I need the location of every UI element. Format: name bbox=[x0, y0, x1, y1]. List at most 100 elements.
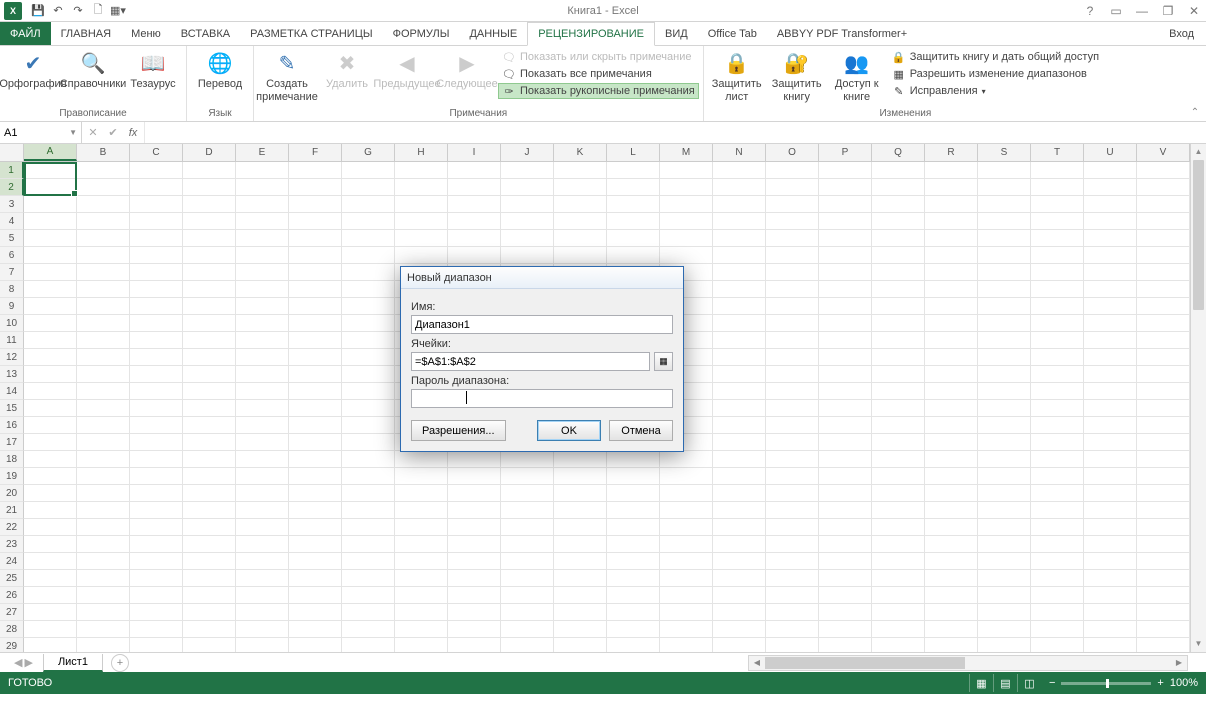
cell[interactable] bbox=[660, 604, 713, 621]
cell[interactable] bbox=[342, 451, 395, 468]
cell[interactable] bbox=[395, 468, 448, 485]
cell[interactable] bbox=[183, 553, 236, 570]
cell[interactable] bbox=[24, 468, 77, 485]
cell[interactable] bbox=[395, 536, 448, 553]
cell[interactable] bbox=[342, 417, 395, 434]
col-header-N[interactable]: N bbox=[713, 144, 766, 161]
cell[interactable] bbox=[819, 434, 872, 451]
cell[interactable] bbox=[1084, 383, 1137, 400]
cell[interactable] bbox=[1137, 451, 1190, 468]
row-header[interactable]: 11 bbox=[0, 332, 24, 349]
cell[interactable] bbox=[77, 332, 130, 349]
cell[interactable] bbox=[1031, 570, 1084, 587]
cell[interactable] bbox=[660, 519, 713, 536]
row-header[interactable]: 21 bbox=[0, 502, 24, 519]
cell[interactable] bbox=[395, 213, 448, 230]
cell[interactable] bbox=[978, 400, 1031, 417]
cell[interactable] bbox=[236, 536, 289, 553]
cell[interactable] bbox=[978, 519, 1031, 536]
cell[interactable] bbox=[925, 451, 978, 468]
cell[interactable] bbox=[24, 417, 77, 434]
cell[interactable] bbox=[236, 434, 289, 451]
cell[interactable] bbox=[342, 213, 395, 230]
cell[interactable] bbox=[1084, 315, 1137, 332]
sheet-nav-next[interactable]: ▶ bbox=[24, 656, 32, 669]
cell[interactable] bbox=[236, 230, 289, 247]
cell[interactable] bbox=[342, 383, 395, 400]
cell[interactable] bbox=[24, 298, 77, 315]
cell[interactable] bbox=[236, 621, 289, 638]
cell[interactable] bbox=[660, 162, 713, 179]
select-all-corner[interactable] bbox=[0, 144, 24, 161]
cell[interactable] bbox=[501, 553, 554, 570]
cell[interactable] bbox=[501, 196, 554, 213]
cell[interactable] bbox=[713, 638, 766, 652]
cell[interactable] bbox=[872, 179, 925, 196]
cell[interactable] bbox=[1137, 519, 1190, 536]
cell[interactable] bbox=[1084, 264, 1137, 281]
cell[interactable] bbox=[554, 468, 607, 485]
cell[interactable] bbox=[819, 570, 872, 587]
cell[interactable] bbox=[77, 298, 130, 315]
cell[interactable] bbox=[183, 247, 236, 264]
cell[interactable] bbox=[978, 451, 1031, 468]
cell[interactable] bbox=[978, 196, 1031, 213]
cell[interactable] bbox=[872, 349, 925, 366]
cell[interactable] bbox=[872, 298, 925, 315]
cell[interactable] bbox=[236, 638, 289, 652]
cell[interactable] bbox=[925, 400, 978, 417]
cell[interactable] bbox=[289, 536, 342, 553]
cell[interactable] bbox=[342, 162, 395, 179]
cell[interactable] bbox=[978, 468, 1031, 485]
add-sheet-button[interactable]: + bbox=[111, 654, 129, 672]
cell[interactable] bbox=[289, 502, 342, 519]
cell[interactable] bbox=[130, 604, 183, 621]
cell[interactable] bbox=[342, 434, 395, 451]
thesaurus-button[interactable]: 📖Тезаурус bbox=[124, 48, 182, 91]
cell[interactable] bbox=[130, 213, 183, 230]
cell[interactable] bbox=[183, 485, 236, 502]
cell[interactable] bbox=[24, 570, 77, 587]
cell[interactable] bbox=[819, 298, 872, 315]
cell[interactable] bbox=[713, 400, 766, 417]
cell[interactable] bbox=[925, 162, 978, 179]
cell[interactable] bbox=[713, 434, 766, 451]
collapse-ribbon-icon[interactable]: ⌃ bbox=[1188, 105, 1202, 119]
cell[interactable] bbox=[1031, 400, 1084, 417]
cell[interactable] bbox=[130, 366, 183, 383]
scroll-up-icon[interactable]: ▲ bbox=[1191, 144, 1206, 160]
cell[interactable] bbox=[925, 621, 978, 638]
cell[interactable] bbox=[183, 162, 236, 179]
cell[interactable] bbox=[1084, 179, 1137, 196]
cell[interactable] bbox=[872, 196, 925, 213]
cell[interactable] bbox=[395, 451, 448, 468]
cell[interactable] bbox=[819, 536, 872, 553]
cell[interactable] bbox=[607, 468, 660, 485]
cell[interactable] bbox=[342, 264, 395, 281]
cell[interactable] bbox=[925, 417, 978, 434]
cell[interactable] bbox=[713, 366, 766, 383]
cell[interactable] bbox=[1031, 417, 1084, 434]
cell[interactable] bbox=[501, 213, 554, 230]
cell[interactable] bbox=[501, 162, 554, 179]
cell[interactable] bbox=[448, 451, 501, 468]
cancel-button[interactable]: Отмена bbox=[609, 420, 673, 441]
cell[interactable] bbox=[1137, 553, 1190, 570]
col-header-D[interactable]: D bbox=[183, 144, 236, 161]
cell[interactable] bbox=[77, 179, 130, 196]
cell[interactable] bbox=[183, 434, 236, 451]
cell[interactable] bbox=[1137, 536, 1190, 553]
show-all-comments-button[interactable]: 🗨Показать все примечания bbox=[498, 66, 699, 82]
scroll-thumb[interactable] bbox=[1193, 160, 1204, 310]
cell[interactable] bbox=[395, 587, 448, 604]
cell[interactable] bbox=[872, 502, 925, 519]
cancel-formula-icon[interactable]: ✕ bbox=[84, 126, 102, 139]
cell[interactable] bbox=[183, 621, 236, 638]
cell[interactable] bbox=[236, 417, 289, 434]
cell[interactable] bbox=[342, 536, 395, 553]
cell[interactable] bbox=[501, 502, 554, 519]
cell[interactable] bbox=[183, 213, 236, 230]
cell[interactable] bbox=[448, 230, 501, 247]
cell[interactable] bbox=[554, 162, 607, 179]
cell[interactable] bbox=[395, 162, 448, 179]
